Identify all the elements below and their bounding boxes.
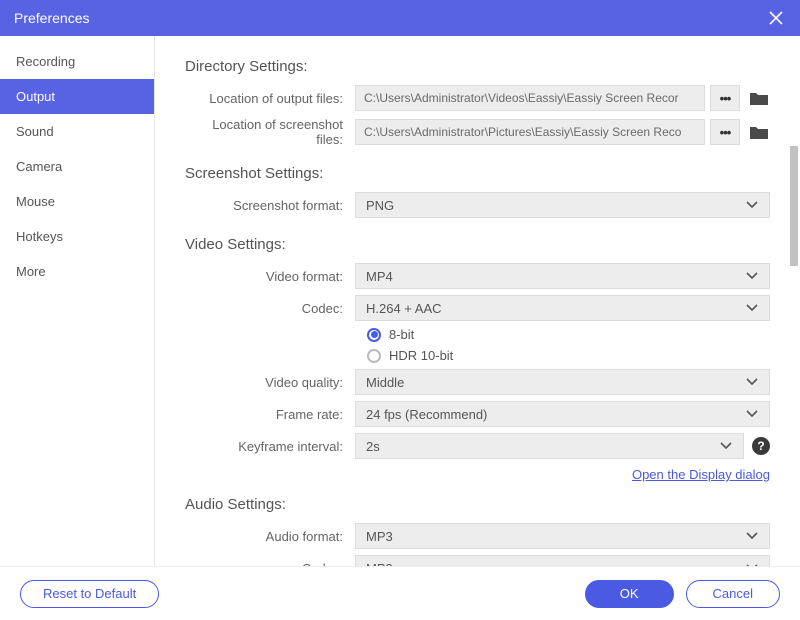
scrollbar[interactable] <box>790 146 798 266</box>
output-path-browse-button[interactable]: ••• <box>710 85 740 111</box>
chevron-down-icon <box>745 375 759 390</box>
radio-8bit-label: 8-bit <box>389 327 414 342</box>
radio-hdr-label: HDR 10-bit <box>389 348 453 363</box>
screenshot-path-input[interactable]: C:\Users\Administrator\Pictures\Eassiy\E… <box>355 119 705 145</box>
video-quality-value: Middle <box>366 375 404 390</box>
sidebar-item-mouse[interactable]: Mouse <box>0 184 154 219</box>
section-audio-title: Audio Settings: <box>185 496 770 513</box>
video-quality-select[interactable]: Middle <box>355 369 770 395</box>
footer: Reset to Default OK Cancel <box>0 566 800 620</box>
footer-right: OK Cancel <box>585 580 780 608</box>
chevron-down-icon <box>745 269 759 284</box>
radio-hdr[interactable] <box>367 349 381 363</box>
radio-hdr-row[interactable]: HDR 10-bit <box>367 348 770 363</box>
preferences-window: Preferences Recording Output Sound Camer… <box>0 0 800 620</box>
video-format-value: MP4 <box>366 269 393 284</box>
cancel-button[interactable]: Cancel <box>686 580 780 608</box>
keyframe-help-button[interactable]: ? <box>752 437 770 455</box>
row-screenshot-format: Screenshot format: PNG <box>185 192 770 218</box>
label-video-quality: Video quality: <box>185 375 355 390</box>
screenshot-format-select[interactable]: PNG <box>355 192 770 218</box>
section-directory-title: Directory Settings: <box>185 58 770 75</box>
radio-8bit[interactable] <box>367 328 381 342</box>
window-title: Preferences <box>14 10 89 26</box>
open-display-dialog-link[interactable]: Open the Display dialog <box>632 467 770 482</box>
label-audio-format: Audio format: <box>185 529 355 544</box>
screenshot-path-browse-button[interactable]: ••• <box>710 119 740 145</box>
row-audio-codec: Codec: MP3 <box>185 555 770 566</box>
chevron-down-icon <box>745 198 759 213</box>
radio-8bit-row[interactable]: 8-bit <box>367 327 770 342</box>
video-format-select[interactable]: MP4 <box>355 263 770 289</box>
audio-codec-value: MP3 <box>366 561 393 567</box>
row-screenshot-path: Location of screenshot files: C:\Users\A… <box>185 117 770 147</box>
row-frame-rate: Frame rate: 24 fps (Recommend) <box>185 401 770 427</box>
ok-button[interactable]: OK <box>585 580 674 608</box>
reset-to-default-button[interactable]: Reset to Default <box>20 580 159 608</box>
row-output-path: Location of output files: C:\Users\Admin… <box>185 85 770 111</box>
chevron-down-icon <box>745 301 759 316</box>
section-video-title: Video Settings: <box>185 236 770 253</box>
video-codec-select[interactable]: H.264 + AAC <box>355 295 770 321</box>
row-video-quality: Video quality: Middle <box>185 369 770 395</box>
row-video-codec: Codec: H.264 + AAC <box>185 295 770 321</box>
screenshot-format-value: PNG <box>366 198 394 213</box>
sidebar-item-recording[interactable]: Recording <box>0 44 154 79</box>
display-link-row: Open the Display dialog <box>185 467 770 482</box>
sidebar-item-hotkeys[interactable]: Hotkeys <box>0 219 154 254</box>
row-keyframe-interval: Keyframe interval: 2s ? <box>185 433 770 459</box>
folder-icon <box>749 90 769 106</box>
content: Directory Settings: Location of output f… <box>155 36 800 566</box>
frame-rate-select[interactable]: 24 fps (Recommend) <box>355 401 770 427</box>
label-frame-rate: Frame rate: <box>185 407 355 422</box>
titlebar: Preferences <box>0 0 800 36</box>
label-keyframe-interval: Keyframe interval: <box>185 439 355 454</box>
video-codec-value: H.264 + AAC <box>366 301 442 316</box>
label-audio-codec: Codec: <box>185 561 355 567</box>
keyframe-interval-select[interactable]: 2s <box>355 433 744 459</box>
output-path-input[interactable]: C:\Users\Administrator\Videos\Eassiy\Eas… <box>355 85 705 111</box>
sidebar-item-camera[interactable]: Camera <box>0 149 154 184</box>
audio-format-select[interactable]: MP3 <box>355 523 770 549</box>
sidebar-item-more[interactable]: More <box>0 254 154 289</box>
chevron-down-icon <box>745 529 759 544</box>
keyframe-interval-value: 2s <box>366 439 380 454</box>
label-screenshot-format: Screenshot format: <box>185 198 355 213</box>
sidebar-item-output[interactable]: Output <box>0 79 154 114</box>
close-icon <box>768 10 784 26</box>
sidebar: Recording Output Sound Camera Mouse Hotk… <box>0 36 155 566</box>
output-path-open-folder-button[interactable] <box>748 88 770 108</box>
frame-rate-value: 24 fps (Recommend) <box>366 407 487 422</box>
folder-icon <box>749 124 769 140</box>
sidebar-item-sound[interactable]: Sound <box>0 114 154 149</box>
chevron-down-icon <box>745 561 759 567</box>
label-output-path: Location of output files: <box>185 91 355 106</box>
chevron-down-icon <box>719 439 733 454</box>
screenshot-path-open-folder-button[interactable] <box>748 122 770 142</box>
audio-format-value: MP3 <box>366 529 393 544</box>
row-audio-format: Audio format: MP3 <box>185 523 770 549</box>
label-video-codec: Codec: <box>185 301 355 316</box>
audio-codec-select[interactable]: MP3 <box>355 555 770 566</box>
section-screenshot-title: Screenshot Settings: <box>185 165 770 182</box>
close-button[interactable] <box>766 8 786 28</box>
label-screenshot-path: Location of screenshot files: <box>185 117 355 147</box>
label-video-format: Video format: <box>185 269 355 284</box>
body: Recording Output Sound Camera Mouse Hotk… <box>0 36 800 566</box>
row-video-format: Video format: MP4 <box>185 263 770 289</box>
chevron-down-icon <box>745 407 759 422</box>
